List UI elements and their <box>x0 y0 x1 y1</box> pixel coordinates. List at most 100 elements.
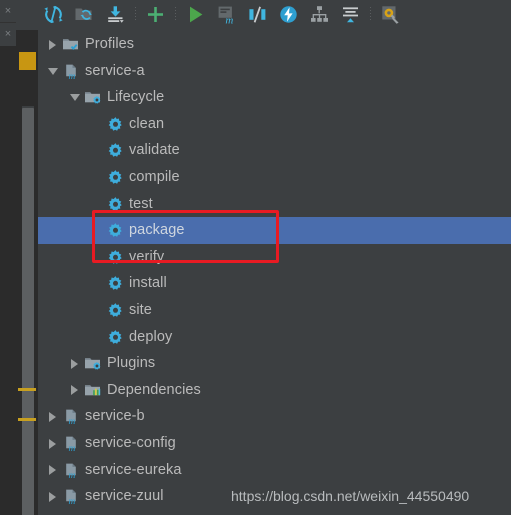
tree-row-clean[interactable]: clean <box>38 111 511 138</box>
close-icon[interactable]: × <box>0 23 16 46</box>
toggle-skip-tests-icon[interactable] <box>242 1 273 28</box>
scrollbar-thumb[interactable] <box>22 108 34 515</box>
tree-indent-spacer <box>38 470 46 471</box>
tree-row-verify[interactable]: verify <box>38 244 511 271</box>
tree-row-dependencies[interactable]: Dependencies <box>38 377 511 404</box>
tree-row-test[interactable]: test <box>38 191 511 218</box>
close-icon[interactable]: × <box>0 0 16 22</box>
tree-row-label: service-config <box>85 435 176 451</box>
tree-row-package[interactable]: package <box>38 217 511 245</box>
collapse-all-icon[interactable] <box>335 1 366 28</box>
svg-text:m: m <box>68 72 75 80</box>
show-dependencies-icon[interactable] <box>304 1 335 28</box>
tree-indent-spacer <box>38 443 46 444</box>
chevron-right-icon[interactable] <box>46 437 59 450</box>
tree-indent-spacer <box>38 363 68 364</box>
toolbar-separator <box>131 1 140 28</box>
tree-row-service-b[interactable]: m service-b <box>38 403 511 430</box>
tree-row-label: deploy <box>129 328 173 345</box>
maven-goal-icon <box>106 142 124 160</box>
tree-indent-spacer <box>38 337 90 338</box>
maven-module-icon: m <box>62 488 80 506</box>
chevron-right-icon[interactable] <box>68 384 81 397</box>
maven-projects-tree[interactable]: Profiles m service-a Lifecycle clean validate… <box>38 29 511 515</box>
marker-gutter <box>16 30 38 515</box>
maven-goal-icon <box>106 169 124 187</box>
tree-indent-spacer <box>38 416 46 417</box>
chevron-right-icon[interactable] <box>68 357 81 370</box>
tree-indent-spacer <box>38 310 90 311</box>
tool-window-tab-1[interactable]: × <box>0 0 16 23</box>
maven-goal-icon <box>106 328 124 346</box>
chevron-down-icon[interactable] <box>46 65 59 78</box>
tree-row-install[interactable]: install <box>38 270 511 297</box>
download-sources-and-documentation-icon[interactable] <box>100 1 131 28</box>
tree-row-site[interactable]: site <box>38 297 511 324</box>
tree-row-lifecycle[interactable]: Lifecycle <box>38 84 511 111</box>
maven-tool-window: × × m Profiles m service-a Lifecycle cle… <box>0 0 511 515</box>
tree-indent-spacer <box>38 283 90 284</box>
tree-row-label: Profiles <box>85 36 135 52</box>
tree-row-service-a[interactable]: m service-a <box>38 58 511 85</box>
tree-row-label: site <box>129 302 152 318</box>
execute-maven-goal-icon[interactable]: m <box>211 1 242 28</box>
chevron-right-icon[interactable] <box>46 490 59 503</box>
tree-row-springcloud01[interactable]: mspringcloud01 <box>38 510 511 515</box>
toggle-offline-mode-icon[interactable] <box>273 1 304 28</box>
tree-row-label: service-zuul <box>85 488 164 505</box>
tree-row-label: validate <box>129 142 180 159</box>
tree-row-label: Lifecycle <box>107 89 165 106</box>
reimport-all-maven-projects-icon[interactable] <box>38 1 69 28</box>
chevron-right-icon[interactable] <box>46 464 59 477</box>
maven-settings-icon[interactable] <box>375 1 406 28</box>
tree-row-label: service-a <box>85 62 145 79</box>
tree-row-label: test <box>129 195 153 212</box>
tree-row-label: clean <box>129 115 165 132</box>
tree-row-profiles[interactable]: Profiles <box>38 31 511 58</box>
toolbar-separator <box>366 1 375 28</box>
folder-profiles-icon <box>62 36 80 54</box>
svg-text:m: m <box>225 14 233 25</box>
tree-row-service-config[interactable]: m service-config <box>38 430 511 457</box>
maven-goal-icon <box>106 275 124 293</box>
folder-dependencies-icon <box>84 381 102 399</box>
maven-module-icon: m <box>62 62 80 80</box>
tree-row-validate[interactable]: validate <box>38 137 511 164</box>
add-maven-project-icon[interactable] <box>140 1 171 28</box>
tree-indent-spacer <box>38 124 90 125</box>
chevron-right-icon[interactable] <box>46 38 59 51</box>
gutter-tick-1 <box>18 388 36 391</box>
maven-goal-icon <box>106 302 124 320</box>
tree-row-deploy[interactable]: deploy <box>38 324 511 351</box>
chevron-right-icon[interactable] <box>46 410 59 423</box>
tree-indent-spacer <box>38 44 46 45</box>
tool-window-tab-2[interactable]: × <box>0 23 16 46</box>
chevron-down-icon[interactable] <box>68 91 81 104</box>
tree-indent-spacer <box>38 177 90 178</box>
maven-module-icon: m <box>62 461 80 479</box>
tree-indent-spacer <box>38 257 90 258</box>
gutter-tick-2 <box>18 418 36 421</box>
tree-row-plugins[interactable]: Plugins <box>38 350 511 377</box>
tree-row-label: Plugins <box>107 355 156 372</box>
tree-row-label: install <box>129 275 167 292</box>
tree-indent-spacer <box>38 390 68 391</box>
tree-indent-spacer <box>38 230 90 231</box>
gutter-highlight-marker <box>19 52 36 70</box>
tree-row-label: package <box>129 222 185 239</box>
maven-module-icon: m <box>62 408 80 426</box>
maven-goal-icon <box>106 195 124 213</box>
run-maven-build-icon[interactable] <box>180 1 211 28</box>
tree-row-label: service-eureka <box>85 461 182 478</box>
svg-text:m: m <box>68 417 75 425</box>
tree-row-compile[interactable]: compile <box>38 164 511 191</box>
maven-module-icon: m <box>62 435 80 453</box>
tree-row-service-eureka[interactable]: m service-eureka <box>38 457 511 484</box>
watermark-text: https://blog.csdn.net/weixin_44550490 <box>231 488 470 504</box>
tree-row-label: verify <box>129 248 165 265</box>
folder-lifecycle-icon <box>84 89 102 107</box>
toolbar-separator <box>171 1 180 28</box>
tree-row-label: compile <box>129 169 180 185</box>
generate-sources-and-update-folders-icon[interactable] <box>69 1 100 28</box>
svg-text:m: m <box>68 471 75 479</box>
